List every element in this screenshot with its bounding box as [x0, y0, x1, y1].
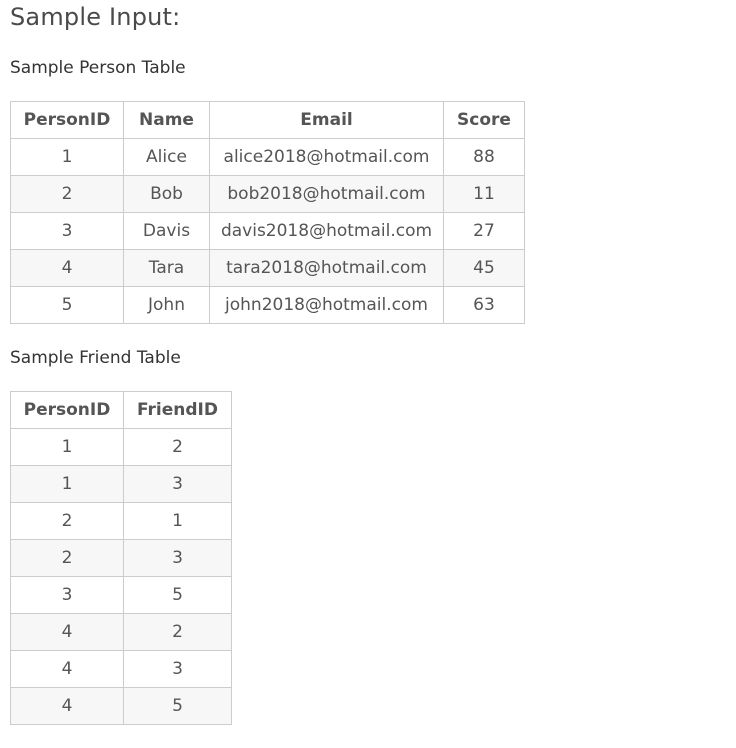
table-row: 1 Alice alice2018@hotmail.com 88: [10, 138, 525, 176]
cell-personid: 1: [10, 138, 124, 176]
column-header-name: Name: [123, 101, 210, 139]
cell-personid: 1: [10, 428, 124, 466]
cell-email: bob2018@hotmail.com: [209, 175, 444, 213]
table-header-row: PersonID Name Email Score: [10, 101, 525, 139]
cell-friendid: 3: [123, 465, 232, 503]
cell-personid: 3: [10, 212, 124, 250]
page-title: Sample Input:: [10, 3, 181, 31]
table-row: 1 3: [10, 465, 232, 503]
column-header-friendid: FriendID: [123, 391, 232, 429]
cell-email: davis2018@hotmail.com: [209, 212, 444, 250]
person-table: PersonID Name Email Score 1 Alice alice2…: [10, 101, 525, 324]
column-header-score: Score: [443, 101, 525, 139]
cell-score: 27: [443, 212, 525, 250]
cell-personid: 3: [10, 576, 124, 614]
table-row: 3 5: [10, 576, 232, 614]
table-row: 4 2: [10, 613, 232, 651]
cell-score: 11: [443, 175, 525, 213]
cell-name: Davis: [123, 212, 210, 250]
cell-personid: 4: [10, 249, 124, 287]
cell-personid: 2: [10, 502, 124, 540]
column-header-personid: PersonID: [10, 391, 124, 429]
cell-personid: 2: [10, 539, 124, 577]
cell-personid: 5: [10, 286, 124, 324]
table-row: 3 Davis davis2018@hotmail.com 27: [10, 212, 525, 250]
table-row: 4 Tara tara2018@hotmail.com 45: [10, 249, 525, 287]
cell-name: Tara: [123, 249, 210, 287]
cell-score: 45: [443, 249, 525, 287]
cell-personid: 4: [10, 650, 124, 688]
table-row: 2 3: [10, 539, 232, 577]
cell-name: Bob: [123, 175, 210, 213]
cell-friendid: 1: [123, 502, 232, 540]
column-header-email: Email: [209, 101, 444, 139]
cell-score: 88: [443, 138, 525, 176]
column-header-personid: PersonID: [10, 101, 124, 139]
cell-personid: 2: [10, 175, 124, 213]
cell-name: Alice: [123, 138, 210, 176]
cell-friendid: 5: [123, 687, 232, 725]
friend-table: PersonID FriendID 1 2 1 3 2 1 2 3 3 5 4 …: [10, 391, 232, 725]
table-row: 4 3: [10, 650, 232, 688]
cell-friendid: 5: [123, 576, 232, 614]
cell-friendid: 3: [123, 650, 232, 688]
table-row: 2 1: [10, 502, 232, 540]
cell-email: john2018@hotmail.com: [209, 286, 444, 324]
friend-table-title: Sample Friend Table: [10, 348, 181, 368]
cell-friendid: 2: [123, 428, 232, 466]
table-row: 5 John john2018@hotmail.com 63: [10, 286, 525, 324]
cell-name: John: [123, 286, 210, 324]
table-header-row: PersonID FriendID: [10, 391, 232, 429]
cell-email: tara2018@hotmail.com: [209, 249, 444, 287]
cell-email: alice2018@hotmail.com: [209, 138, 444, 176]
table-row: 2 Bob bob2018@hotmail.com 11: [10, 175, 525, 213]
person-table-title: Sample Person Table: [10, 58, 186, 78]
cell-friendid: 3: [123, 539, 232, 577]
cell-personid: 4: [10, 613, 124, 651]
cell-personid: 4: [10, 687, 124, 725]
cell-score: 63: [443, 286, 525, 324]
table-row: 4 5: [10, 687, 232, 725]
table-row: 1 2: [10, 428, 232, 466]
cell-personid: 1: [10, 465, 124, 503]
cell-friendid: 2: [123, 613, 232, 651]
